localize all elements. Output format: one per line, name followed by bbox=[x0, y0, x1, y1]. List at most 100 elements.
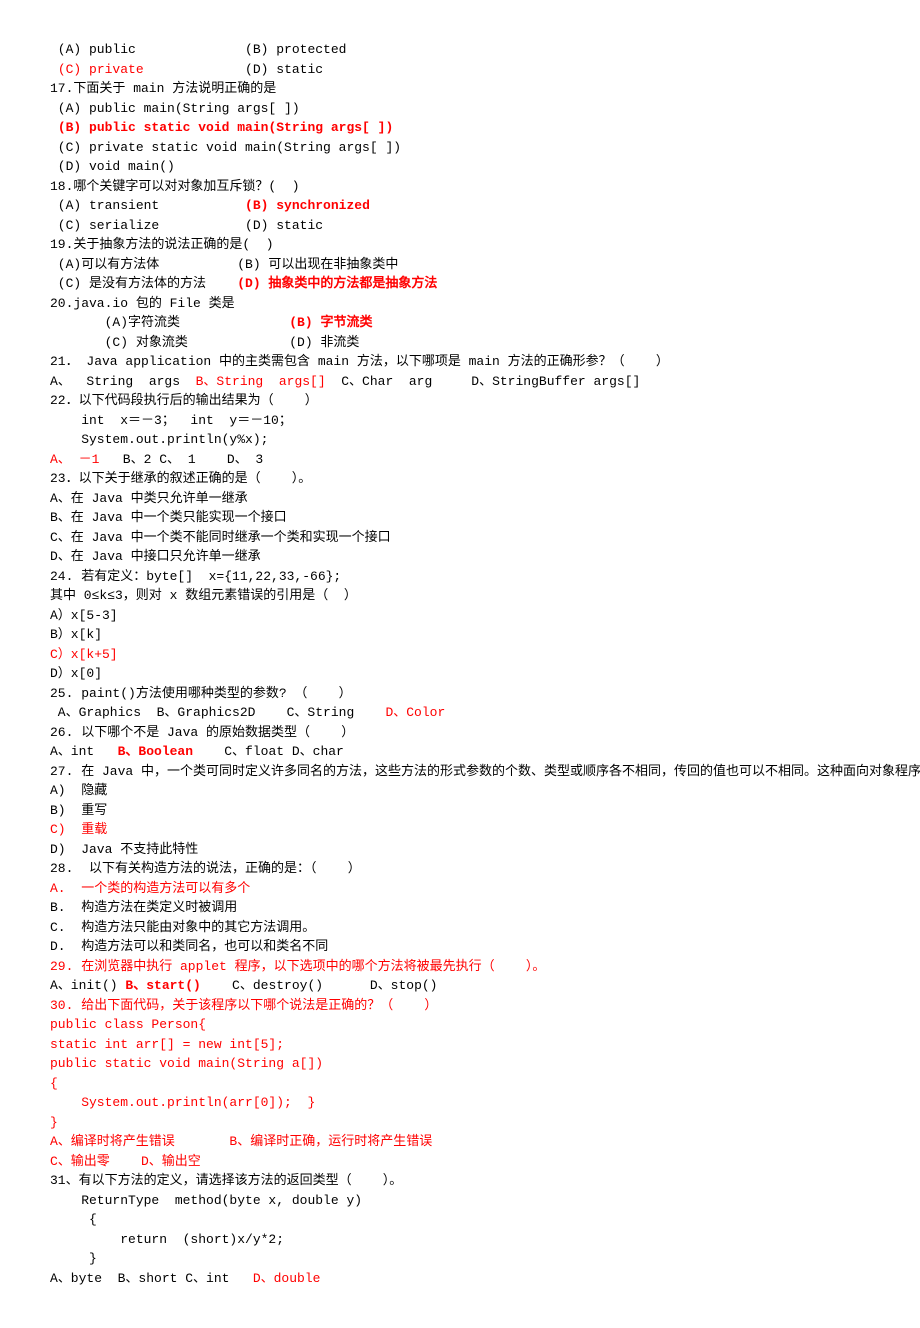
text-segment: 19.关于抽象方法的说法正确的是( ) bbox=[50, 237, 274, 252]
text-segment: (D) 抽象类中的方法都是抽象方法 bbox=[237, 276, 437, 291]
text-segment: 17.下面关于 main 方法说明正确的是 bbox=[50, 81, 276, 96]
text-segment: B、start() bbox=[125, 978, 200, 993]
text-line: 24. 若有定义：byte[] x={11,22,33,-66}; bbox=[50, 567, 870, 587]
text-line: { bbox=[50, 1210, 870, 1230]
text-segment: 27. 在 Java 中，一个类可同时定义许多同名的方法，这些方法的形式参数的个… bbox=[50, 764, 920, 779]
text-segment: B) 重写 bbox=[50, 803, 107, 818]
text-segment: A、byte B、short C、int bbox=[50, 1271, 253, 1286]
text-segment: A、int bbox=[50, 744, 118, 759]
text-segment: C) 重载 bbox=[50, 822, 107, 837]
text-line: System.out.println(arr[0]); } bbox=[50, 1093, 870, 1113]
text-segment: (B) 字节流类 bbox=[289, 315, 372, 330]
text-line: (A)字符流类 (B) 字节流类 bbox=[50, 313, 870, 333]
text-line: 25. paint()方法使用哪种类型的参数? （ ） bbox=[50, 684, 870, 704]
text-segment: (B) synchronized bbox=[245, 198, 370, 213]
text-line: A) 隐藏 bbox=[50, 781, 870, 801]
text-segment bbox=[50, 120, 58, 135]
text-segment: 31、有以下方法的定义，请选择该方法的返回类型（ ）。 bbox=[50, 1173, 402, 1188]
text-segment: System.out.println(arr[0]); } bbox=[50, 1095, 315, 1110]
text-line: 30. 给出下面代码，关于该程序以下哪个说法是正确的？（ ） bbox=[50, 996, 870, 1016]
text-line: C. 构造方法只能由对象中的其它方法调用。 bbox=[50, 918, 870, 938]
text-segment: 22．以下代码段执行后的输出结果为（ ） bbox=[50, 393, 318, 408]
text-segment: 26. 以下哪个不是 Java 的原始数据类型（ ） bbox=[50, 725, 354, 740]
text-segment: return (short)x/y*2; bbox=[50, 1232, 284, 1247]
text-segment: (A) public (B) protected bbox=[50, 42, 346, 57]
text-line: 28. 以下有关构造方法的说法，正确的是：（ ） bbox=[50, 859, 870, 879]
text-segment: (C) private bbox=[58, 62, 144, 77]
text-segment: C. 构造方法只能由对象中的其它方法调用。 bbox=[50, 920, 315, 935]
text-line: B) 重写 bbox=[50, 801, 870, 821]
text-line: } bbox=[50, 1113, 870, 1133]
text-segment: (A)字符流类 bbox=[50, 315, 289, 330]
text-segment: { bbox=[50, 1076, 58, 1091]
text-line: 22．以下代码段执行后的输出结果为（ ） bbox=[50, 391, 870, 411]
text-segment: C、输出零 D、输出空 bbox=[50, 1154, 201, 1169]
text-line: (A)可以有方法体 (B) 可以出现在非抽象类中 bbox=[50, 255, 870, 275]
text-line: ReturnType method(byte x, double y) bbox=[50, 1191, 870, 1211]
text-line: D. 构造方法可以和类同名，也可以和类名不同 bbox=[50, 937, 870, 957]
text-segment: (A) public main(String args[ ]) bbox=[50, 101, 300, 116]
text-line: (A) public main(String args[ ]) bbox=[50, 99, 870, 119]
text-line: 27. 在 Java 中，一个类可同时定义许多同名的方法，这些方法的形式参数的个… bbox=[50, 762, 870, 782]
text-line: 26. 以下哪个不是 Java 的原始数据类型（ ） bbox=[50, 723, 870, 743]
text-segment: A、init() bbox=[50, 978, 125, 993]
text-segment: (D) static bbox=[144, 62, 323, 77]
document-body: (A) public (B) protected (C) private (D)… bbox=[50, 40, 870, 1288]
text-segment: A）x[5-3] bbox=[50, 608, 118, 623]
text-segment: static int arr[] = new int[5]; bbox=[50, 1037, 284, 1052]
text-segment: public static void main(String a[]) bbox=[50, 1056, 323, 1071]
text-segment: A、编译时将产生错误 B、编译时正确，运行时将产生错误 bbox=[50, 1134, 432, 1149]
text-line: 23．以下关于继承的叙述正确的是（ ）。 bbox=[50, 469, 870, 489]
text-line: D）x[0] bbox=[50, 664, 870, 684]
text-segment: 29. 在浏览器中执行 applet 程序，以下选项中的哪个方法将被最先执行（ … bbox=[50, 959, 545, 974]
text-line: 20.java.io 包的 File 类是 bbox=[50, 294, 870, 314]
text-segment: A. 一个类的构造方法可以有多个 bbox=[50, 881, 250, 896]
text-segment: A、Graphics B、Graphics2D C、String bbox=[50, 705, 385, 720]
text-line: public class Person{ bbox=[50, 1015, 870, 1035]
text-segment: 20.java.io 包的 File 类是 bbox=[50, 296, 235, 311]
text-segment: (C) serialize (D) static bbox=[50, 218, 323, 233]
text-segment: (C) 对象流类 (D) 非流类 bbox=[50, 335, 359, 350]
text-segment: 23．以下关于继承的叙述正确的是（ ）。 bbox=[50, 471, 311, 486]
text-segment: } bbox=[50, 1251, 97, 1266]
text-segment: 25. paint()方法使用哪种类型的参数? （ ） bbox=[50, 686, 352, 701]
text-line: return (short)x/y*2; bbox=[50, 1230, 870, 1250]
text-segment: B、2 C、 1 D、 3 bbox=[99, 452, 263, 467]
text-line: A、 String args B、String args[] C、Char ar… bbox=[50, 372, 870, 392]
text-line: A、Graphics B、Graphics2D C、String D、Color bbox=[50, 703, 870, 723]
text-segment: D、Color bbox=[385, 705, 445, 720]
text-segment: D) Java 不支持此特性 bbox=[50, 842, 198, 857]
text-segment: (A)可以有方法体 (B) 可以出现在非抽象类中 bbox=[50, 257, 398, 272]
text-line: static int arr[] = new int[5]; bbox=[50, 1035, 870, 1055]
text-segment: int x＝－3； int y＝－10； bbox=[50, 413, 292, 428]
text-line: System.out.println(y%x); bbox=[50, 430, 870, 450]
text-segment: B、在 Java 中一个类只能实现一个接口 bbox=[50, 510, 287, 525]
text-segment: D. 构造方法可以和类同名，也可以和类名不同 bbox=[50, 939, 328, 954]
text-segment: A、 －1 bbox=[50, 452, 99, 467]
text-segment: ReturnType method(byte x, double y) bbox=[50, 1193, 362, 1208]
text-line: 29. 在浏览器中执行 applet 程序，以下选项中的哪个方法将被最先执行（ … bbox=[50, 957, 870, 977]
text-segment: (C) 是没有方法体的方法 bbox=[50, 276, 237, 291]
text-line: (C) private static void main(String args… bbox=[50, 138, 870, 158]
text-segment: C、Char arg D、StringBuffer args[] bbox=[326, 374, 641, 389]
text-segment: (C) private static void main(String args… bbox=[50, 140, 401, 155]
text-segment bbox=[50, 62, 58, 77]
text-line: A、init() B、start() C、destroy() D、stop() bbox=[50, 976, 870, 996]
text-segment: C、destroy() D、stop() bbox=[201, 978, 438, 993]
text-line: (A) transient (B) synchronized bbox=[50, 196, 870, 216]
text-line: (A) public (B) protected bbox=[50, 40, 870, 60]
text-line: C）x[k+5] bbox=[50, 645, 870, 665]
text-line: A）x[5-3] bbox=[50, 606, 870, 626]
text-line: (C) 是没有方法体的方法 (D) 抽象类中的方法都是抽象方法 bbox=[50, 274, 870, 294]
text-line: { bbox=[50, 1074, 870, 1094]
text-segment: public class Person{ bbox=[50, 1017, 206, 1032]
text-segment: D、double bbox=[253, 1271, 321, 1286]
text-segment: A、 String args bbox=[50, 374, 196, 389]
text-segment: 30. 给出下面代码，关于该程序以下哪个说法是正确的？（ ） bbox=[50, 998, 437, 1013]
text-line: A、 －1 B、2 C、 1 D、 3 bbox=[50, 450, 870, 470]
text-segment: C、float D、char bbox=[193, 744, 344, 759]
text-segment: B、String args[] bbox=[196, 374, 326, 389]
text-segment: C、在 Java 中一个类不能同时继承一个类和实现一个接口 bbox=[50, 530, 391, 545]
text-segment: B）x[k] bbox=[50, 627, 102, 642]
text-segment: 28. 以下有关构造方法的说法，正确的是：（ ） bbox=[50, 861, 361, 876]
